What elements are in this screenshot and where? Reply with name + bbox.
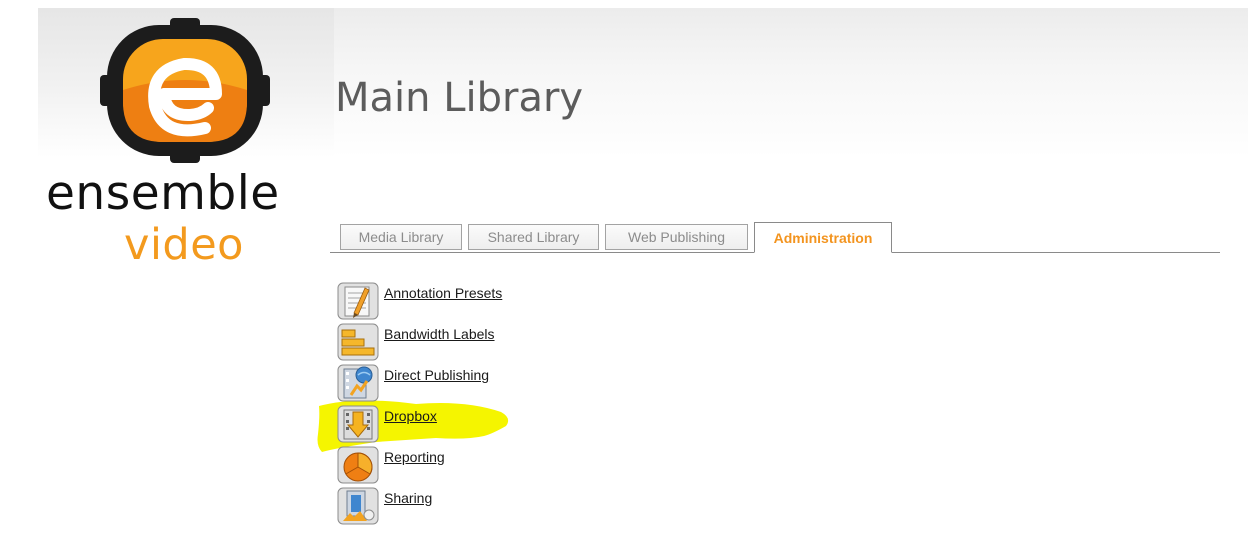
admin-item-dropbox: Dropbox [337, 405, 737, 446]
direct-publishing-link[interactable]: Direct Publishing [384, 367, 489, 383]
page-title: Main Library [335, 75, 584, 121]
annotation-presets-icon[interactable] [337, 282, 379, 320]
tab-administration[interactable]: Administration [754, 222, 892, 253]
ensemble-logo-icon [100, 18, 270, 163]
admin-item-reporting: Reporting [337, 446, 737, 487]
dropbox-icon[interactable] [337, 405, 379, 443]
admin-item-annotation-presets: Annotation Presets [337, 282, 737, 323]
direct-publishing-icon[interactable] [337, 364, 379, 402]
sharing-icon[interactable] [337, 487, 379, 525]
brand-name-video: video [124, 220, 244, 270]
reporting-link[interactable]: Reporting [384, 449, 445, 465]
tab-bar: Media Library Shared Library Web Publish… [330, 222, 1220, 253]
admin-item-direct-publishing: Direct Publishing [337, 364, 737, 405]
admin-item-bandwidth-labels: Bandwidth Labels [337, 323, 737, 364]
annotation-presets-link[interactable]: Annotation Presets [384, 285, 502, 301]
reporting-icon[interactable] [337, 446, 379, 484]
dropbox-link[interactable]: Dropbox [384, 408, 437, 424]
tab-media-library[interactable]: Media Library [340, 224, 462, 250]
page: ensemble video Main Library Media Librar… [0, 0, 1248, 541]
tab-shared-library[interactable]: Shared Library [468, 224, 599, 250]
sharing-link[interactable]: Sharing [384, 490, 432, 506]
bandwidth-labels-icon[interactable] [337, 323, 379, 361]
tab-web-publishing[interactable]: Web Publishing [605, 224, 748, 250]
admin-list: Annotation Presets Bandwidth Labels Dire… [337, 282, 737, 528]
bandwidth-labels-link[interactable]: Bandwidth Labels [384, 326, 495, 342]
brand-name-ensemble: ensemble [46, 166, 280, 221]
admin-item-sharing: Sharing [337, 487, 737, 528]
